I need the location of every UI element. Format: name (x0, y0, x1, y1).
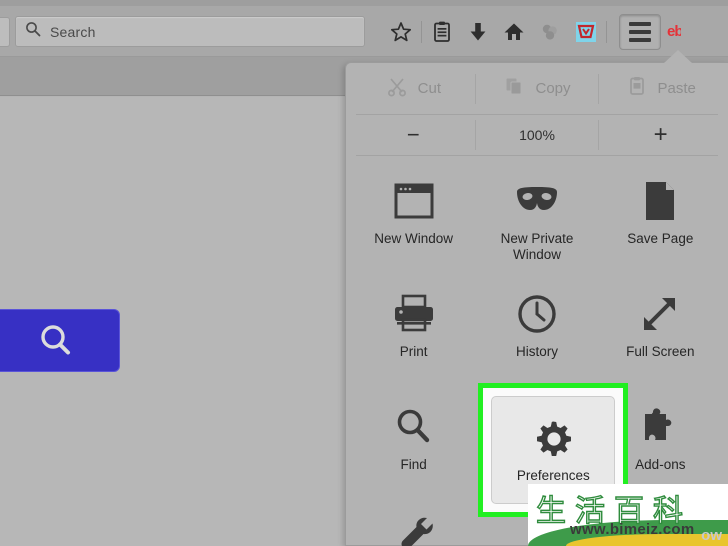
menu-item-new-private-window[interactable]: New Private Window (475, 162, 598, 275)
window-icon (393, 178, 435, 224)
pocket-icon[interactable] (532, 14, 568, 50)
scissors-icon (386, 75, 408, 102)
menu-item-label: Save Page (627, 231, 694, 246)
document-icon (643, 178, 677, 224)
fullscreen-arrows-icon (639, 291, 681, 337)
hamburger-bar-1 (629, 21, 651, 26)
clock-icon (516, 291, 558, 337)
menu-item-label: New Window (374, 231, 454, 246)
copy-icon (503, 75, 525, 102)
menu-grid-row-2: Print History Full Screen (352, 275, 722, 388)
search-input[interactable]: Search (15, 16, 365, 47)
cut-label: Cut (417, 80, 441, 97)
zoom-out-button[interactable]: − (352, 118, 475, 152)
bookmark-star-icon[interactable] (383, 14, 419, 50)
watermark: 生活百科 www.bimeiz.com ow (528, 484, 728, 546)
navigation-toolbar: Search eb (0, 6, 728, 57)
hamburger-bar-3 (629, 37, 651, 42)
magnifier-icon (394, 404, 434, 450)
mask-icon (513, 178, 561, 224)
watermark-ghost-text: ow (701, 527, 722, 544)
search-icon (25, 21, 41, 42)
paste-label: Paste (657, 80, 696, 97)
page-search-button[interactable] (0, 309, 120, 372)
search-placeholder-text: Search (50, 23, 96, 40)
menu-grid-row-1: New Window New Private Window Save Page (352, 162, 722, 275)
menu-item-label: Preferences (516, 468, 590, 484)
home-icon[interactable] (496, 14, 532, 50)
menu-item-label: New Private Window (500, 231, 574, 262)
edit-actions-row: Cut Copy Paste (346, 63, 728, 114)
copy-label: Copy (535, 80, 571, 97)
address-bar-stub[interactable] (0, 16, 10, 47)
wrench-icon (397, 513, 439, 546)
account-logo-text: eb (667, 23, 681, 40)
screenshot-root: Search eb Cut Copy Paste − 100% + New Wi… (0, 0, 728, 546)
browser-chrome: Search eb (0, 0, 728, 57)
watermark-url-text: www.bimeiz.com (570, 521, 695, 538)
menu-item-label: History (515, 344, 558, 359)
shopping-extension-icon[interactable] (568, 14, 604, 50)
menu-item-label: Add-ons (635, 457, 686, 472)
toolbar-divider (421, 20, 422, 43)
clipboard-icon (626, 75, 648, 102)
page-search-icon (41, 324, 70, 354)
menu-item-history[interactable]: History (475, 275, 598, 388)
printer-icon (392, 291, 436, 337)
zoom-out-label: − (406, 122, 420, 147)
cut-button[interactable]: Cut (352, 71, 475, 107)
paste-button[interactable]: Paste (599, 71, 722, 107)
menu-item-new-window[interactable]: New Window (352, 162, 475, 275)
menu-item-print[interactable]: Print (352, 275, 475, 388)
copy-button[interactable]: Copy (476, 71, 599, 107)
menu-item-developer[interactable] (358, 501, 477, 546)
zoom-level-button[interactable]: 100% (476, 118, 599, 152)
puzzle-piece-icon (639, 404, 681, 450)
zoom-level-label: 100% (519, 127, 555, 143)
menu-item-save-page[interactable]: Save Page (599, 162, 722, 275)
menu-item-label: Print (399, 344, 428, 359)
menu-item-label: Full Screen (626, 344, 695, 359)
toolbar-icon-group: eb (383, 13, 681, 50)
zoom-controls-row: − 100% + (346, 115, 728, 155)
panel-pointer-arrow (663, 50, 693, 64)
account-logo[interactable]: eb (667, 23, 681, 40)
menu-item-full-screen[interactable]: Full Screen (599, 275, 722, 388)
browser-menu-panel: Cut Copy Paste − 100% + New Window New P… (345, 50, 728, 546)
gear-icon (532, 416, 574, 462)
zoom-in-label: + (653, 121, 668, 148)
reading-list-icon[interactable] (424, 14, 460, 50)
hamburger-bar-2 (629, 29, 651, 34)
hamburger-menu-button[interactable] (619, 13, 661, 50)
menu-item-find[interactable]: Find (352, 388, 475, 501)
zoom-in-button[interactable]: + (599, 118, 722, 152)
toolbar-divider-2 (606, 20, 607, 43)
downloads-icon[interactable] (460, 14, 496, 50)
menu-item-label: Find (400, 457, 427, 472)
